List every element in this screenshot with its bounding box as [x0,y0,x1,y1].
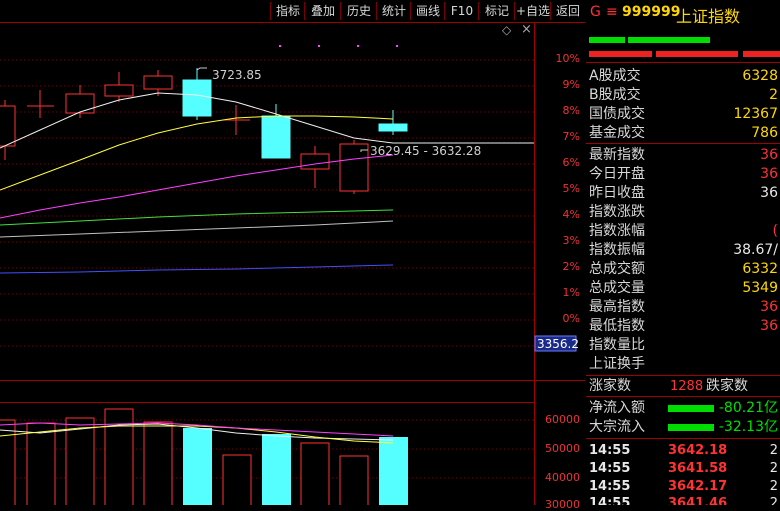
stat-row: 指数振幅 38.67/ [589,242,778,258]
tick-row: 14:55 3641.46 2 [589,496,778,505]
stat-row: 今日开盘 36 [589,166,778,182]
close-icon[interactable]: × [521,22,532,37]
price-tag: 3356.2 [537,337,579,351]
flow-bar [668,405,714,412]
green-bar-b [628,37,710,43]
diamond-icon[interactable]: ◇ [502,23,511,37]
ma-gray-line [0,220,394,238]
flow-row-net: 净流入额 -80.21亿 [589,400,778,416]
stat-row: 最低指数 36 [589,318,778,334]
pct-label: 8% [562,104,580,117]
divider [586,396,780,397]
stat-row: 指数涨跌 [589,204,645,220]
stat-row: 昨日收盘 36 [589,185,778,201]
menu-icon[interactable]: ≡ [606,4,618,20]
high-price-label: 3723.85 [212,68,262,82]
stat-row: 最高指数 36 [589,299,778,315]
history-button[interactable]: 历史 [340,2,377,20]
ma-green-line [0,209,394,226]
green-bar-a [589,37,625,43]
volume-bars [0,408,408,505]
mark-button[interactable]: 标记 [478,2,515,20]
kline-chart[interactable] [0,22,585,505]
range-price-label: 3629.45 - 3632.28 [370,144,482,158]
toolbar: 指标 叠加 历史 统计 画线 F10 标记 +自选 返回 [0,0,585,22]
stock-name: 上证指数 [676,7,741,26]
updown-row: 涨家数 1288 跌家数 [589,378,748,394]
tick-row: 14:55 3642.18 2 [589,443,778,458]
pct-label: 4% [562,208,580,221]
stat-row: 基金成交 786 [589,125,778,141]
high-pointer [196,67,207,71]
stat-row: 总成交量 5349 [589,280,778,296]
vol-axis-label: 60000 [545,413,580,426]
ma-yellow-line [0,115,394,191]
pct-label: 6% [562,156,580,169]
pct-label: 2% [562,260,580,273]
tick-row: 14:55 3641.58 2 [589,461,778,476]
vol-axis-label: 50000 [545,442,580,455]
divider [586,438,780,439]
pct-label: 3% [562,234,580,247]
divider [586,62,780,63]
divider [586,143,780,144]
quote-panel: G ≡ 999999 上证指数 A股成交 6328 B股成交 2 国债成交 12367… [586,0,780,505]
back-button[interactable]: 返回 [550,2,585,20]
vol-axis-label: 40000 [545,471,580,484]
overlay-button[interactable]: 叠加 [304,2,341,20]
statistics-button[interactable]: 统计 [376,2,411,20]
indicator-button[interactable]: 指标 [270,2,305,20]
f10-button[interactable]: F10 [444,2,479,20]
red-bar-a [589,51,652,57]
stat-row: 最新指数 36 [589,147,778,163]
group-marker: G [590,4,601,20]
red-bar-b [656,51,738,57]
candlesticks [0,68,408,194]
stat-row: 指数量比 [589,337,645,353]
add-watchlist-button[interactable]: +自选 [514,2,551,20]
draw-line-button[interactable]: 画线 [410,2,445,20]
pct-label: 5% [562,182,580,195]
pct-label: 0% [562,312,580,325]
flow-row-block: 大宗流入 -32.13亿 [589,419,778,435]
marker-dots [279,45,398,47]
ma-blue-line [0,264,394,274]
flow-bar [668,424,714,431]
red-bar-c [743,51,780,57]
pct-label: 10% [555,52,580,65]
pct-label: 7% [562,130,580,143]
stat-row: 国债成交 12367 [589,106,778,122]
stat-row: 指数涨幅( [589,223,778,239]
divider [586,375,780,376]
stat-row: 上证换手 [589,356,645,372]
stat-row: 总成交额 6332 [589,261,778,277]
pct-label: 1% [562,286,580,299]
stock-code: 999999 [622,4,681,20]
stat-row: B股成交 2 [589,87,778,103]
stat-row: A股成交 6328 [589,68,778,84]
pct-label: 9% [562,78,580,91]
